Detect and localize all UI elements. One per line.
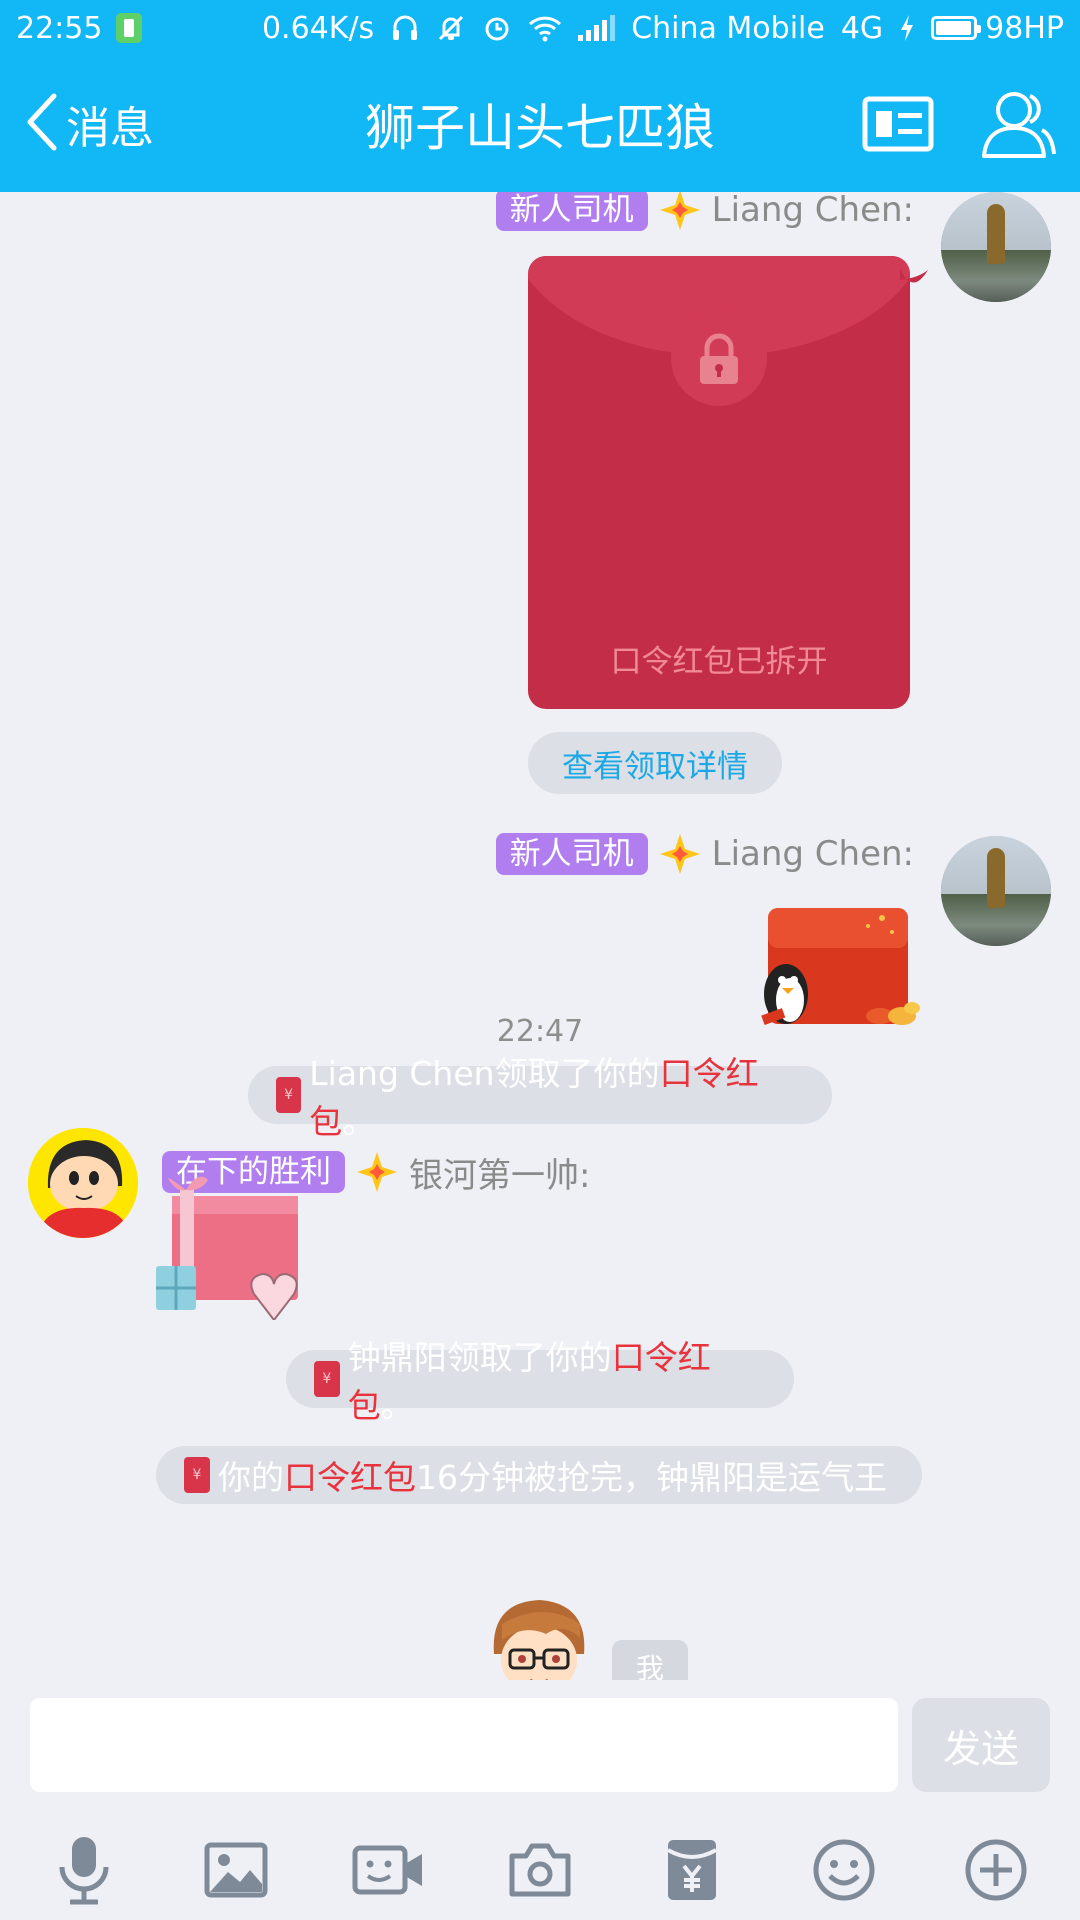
view-claim-details-link[interactable]: 查看领取详情 [528, 732, 782, 794]
carrier-name: China Mobile [631, 10, 825, 46]
red-packet-link[interactable]: 口令红包 [284, 1458, 416, 1497]
red-packet-icon: ¥ [314, 1361, 340, 1397]
camera-icon[interactable] [500, 1830, 580, 1910]
send-button[interactable]: 发送 [912, 1698, 1050, 1792]
avatar-liang-chen[interactable] [941, 192, 1051, 302]
system-message-suffix: 。 [380, 1386, 414, 1425]
red-packet-icon[interactable] [652, 1830, 732, 1910]
battery-saver-icon [116, 13, 143, 43]
system-message: ¥ 你的口令红包16分钟被抢完，钟鼎阳是运气王 [156, 1446, 922, 1504]
system-message-suffix: 16分钟被抢完，钟鼎阳是运气王 [416, 1458, 887, 1497]
signal-icon [578, 15, 616, 41]
lock-icon [696, 332, 742, 392]
alarm-icon [482, 13, 512, 43]
image-icon[interactable] [196, 1830, 276, 1910]
member-title-badge: 新人司机 [495, 192, 648, 231]
vip-star-icon [658, 832, 702, 876]
vip-star-icon [355, 1150, 399, 1194]
system-message-suffix: 。 [342, 1102, 376, 1141]
battery-icon [931, 16, 982, 40]
vip-star-icon [658, 192, 702, 232]
red-packet-icon: ¥ [184, 1457, 210, 1493]
charging-icon [899, 14, 915, 42]
bubble-tail [900, 268, 930, 302]
chat-area[interactable]: 新人司机 Liang Chen: 口令红包已拆开 查看领取详情 新人司机 Lia… [0, 192, 1080, 1680]
timestamp: 22:47 [496, 1014, 584, 1049]
microphone-icon[interactable] [44, 1830, 124, 1910]
system-message: ¥ Liang Chen领取了你的口令红包。 [248, 1054, 832, 1141]
sender-name: Liang Chen: [711, 192, 914, 230]
members-icon[interactable] [980, 86, 1056, 164]
mute-icon [436, 13, 466, 43]
status-bar: 22:55 0.64K/s China Mobile 4G 98HP [0, 0, 1080, 56]
net-speed: 0.64K/s [261, 10, 375, 46]
member-title-badge: 新人司机 [495, 833, 648, 875]
group-card-icon[interactable] [862, 96, 934, 156]
system-message-text: 钟鼎阳领取了你的 [347, 1338, 612, 1377]
red-packet-status: 口令红包已拆开 [610, 644, 828, 680]
headphones-icon [390, 13, 420, 43]
plus-icon[interactable] [956, 1830, 1036, 1910]
system-message: ¥ 钟鼎阳领取了你的口令红包。 [286, 1338, 794, 1425]
sender-name: Liang Chen: [711, 834, 914, 874]
input-toolbar [0, 1830, 1080, 1910]
avatar-liang-chen[interactable] [941, 836, 1051, 946]
status-time: 22:55 [16, 10, 103, 46]
emoji-icon[interactable] [804, 1830, 884, 1910]
battery-text: 98HP [985, 10, 1064, 46]
sender-name: 银河第一帅: [409, 1155, 591, 1196]
network-type: 4G [840, 10, 884, 46]
red-packet-icon: ¥ [276, 1077, 302, 1113]
wifi-icon [528, 14, 562, 42]
system-message-text: Liang Chen领取了你的 [309, 1054, 660, 1093]
gift-box-sticker[interactable] [150, 1170, 320, 1324]
sender-row: 新人司机 Liang Chen: [495, 832, 914, 876]
message-input[interactable] [30, 1698, 898, 1792]
input-area: 发送 [0, 1680, 1080, 1920]
system-message-text: 你的 [218, 1458, 284, 1497]
avatar-yinhe[interactable] [28, 1128, 138, 1238]
video-call-icon[interactable] [348, 1830, 428, 1910]
title-bar: 消息 狮子山头七匹狼 [0, 56, 1080, 192]
sender-row: 新人司机 Liang Chen: [495, 192, 914, 232]
red-packet-message[interactable]: 口令红包已拆开 [528, 256, 910, 709]
